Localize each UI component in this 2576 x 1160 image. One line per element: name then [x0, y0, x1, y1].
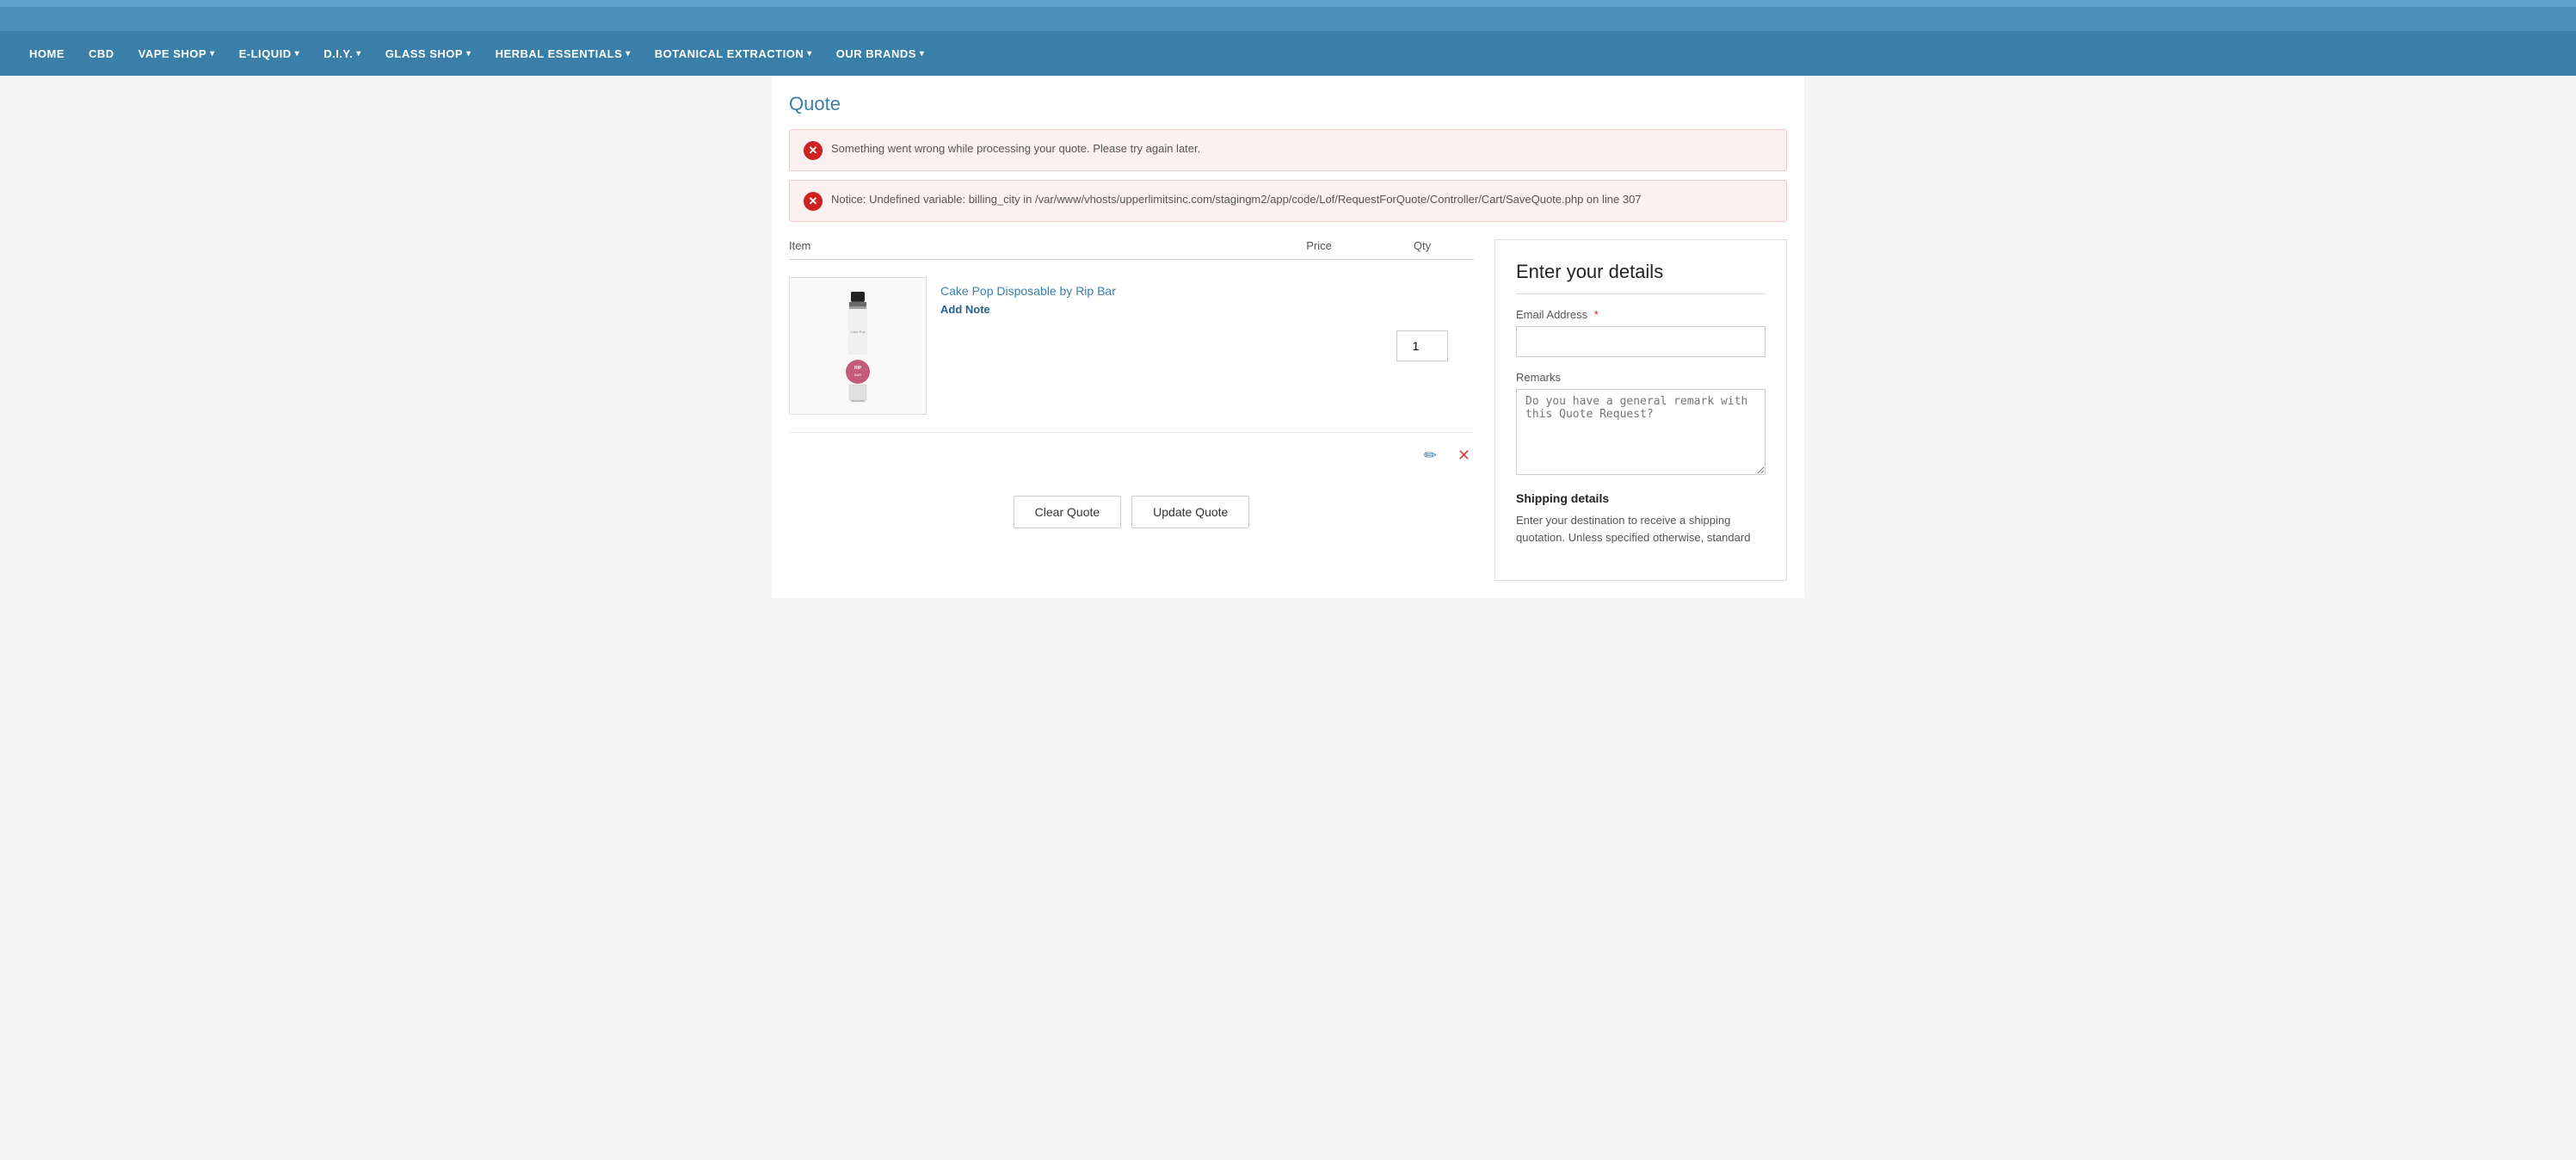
- error-alert-2: ✕ Notice: Undefined variable: billing_ci…: [789, 180, 1787, 222]
- qty-input[interactable]: [1396, 330, 1448, 361]
- required-star: *: [1594, 308, 1599, 321]
- nav-our-brands[interactable]: OUR BRANDS ▾: [824, 47, 937, 60]
- error-text-1: Something went wrong while processing yo…: [831, 140, 1200, 157]
- shipping-desc: Enter your destination to receive a ship…: [1516, 512, 1766, 546]
- shipping-title: Shipping details: [1516, 491, 1766, 505]
- qty-cell: [1371, 330, 1474, 361]
- top-bar: [0, 7, 2576, 31]
- edit-button[interactable]: ✏: [1420, 443, 1440, 468]
- quote-table-section: Item Price Qty: [789, 239, 1474, 581]
- details-title: Enter your details: [1516, 261, 1766, 294]
- chevron-down-icon: ▾: [807, 49, 812, 59]
- chevron-down-icon: ▾: [210, 49, 215, 59]
- error-text-2: Notice: Undefined variable: billing_city…: [831, 191, 1642, 208]
- main-nav: HOME CBD VAPE SHOP ▾ E-LIQUID ▾ D.I.Y. ▾…: [0, 31, 2576, 76]
- col-header-qty: Qty: [1371, 239, 1474, 252]
- email-label: Email Address *: [1516, 308, 1766, 321]
- remove-button[interactable]: ✕: [1454, 443, 1474, 468]
- item-cell: Cake Pop RIP BAR Cake Pop Disposable by …: [789, 277, 1267, 415]
- table-header: Item Price Qty: [789, 239, 1474, 260]
- table-row: Cake Pop RIP BAR Cake Pop Disposable by …: [789, 267, 1474, 425]
- nav-eliquid[interactable]: E-LIQUID ▾: [227, 47, 312, 60]
- error-alert-1: ✕ Something went wrong while processing …: [789, 129, 1787, 171]
- error-icon-1: ✕: [804, 141, 823, 160]
- remarks-form-group: Remarks: [1516, 371, 1766, 478]
- action-icons-row: ✏ ✕: [789, 432, 1474, 478]
- col-header-item: Item: [789, 239, 1267, 252]
- shipping-group: Shipping details Enter your destination …: [1516, 491, 1766, 546]
- chevron-down-icon: ▾: [920, 49, 925, 59]
- product-image-svg: Cake Pop RIP BAR: [832, 290, 884, 402]
- chevron-down-icon: ▾: [356, 49, 361, 59]
- remarks-textarea[interactable]: [1516, 389, 1766, 475]
- top-accent: [0, 0, 2576, 7]
- clear-quote-button[interactable]: Clear Quote: [1014, 496, 1121, 528]
- page-content: Quote ✕ Something went wrong while proce…: [772, 76, 1804, 598]
- product-name-link[interactable]: Cake Pop Disposable by Rip Bar: [940, 284, 1116, 298]
- update-quote-button[interactable]: Update Quote: [1131, 496, 1249, 528]
- details-panel: Enter your details Email Address * Remar…: [1494, 239, 1787, 581]
- chevron-down-icon: ▾: [295, 49, 300, 59]
- main-layout: Item Price Qty: [789, 239, 1787, 581]
- nav-herbal-essentials[interactable]: HERBAL ESSENTIALS ▾: [484, 47, 643, 60]
- col-header-price: Price: [1267, 239, 1371, 252]
- nav-vape-shop[interactable]: VAPE SHOP ▾: [126, 47, 227, 60]
- svg-text:BAR: BAR: [854, 373, 861, 377]
- remarks-label: Remarks: [1516, 371, 1766, 384]
- svg-text:RIP: RIP: [854, 366, 862, 371]
- error-icon-2: ✕: [804, 192, 823, 211]
- email-form-group: Email Address *: [1516, 308, 1766, 357]
- nav-home[interactable]: HOME: [17, 47, 77, 60]
- nav-botanical-extraction[interactable]: BOTANICAL EXTRACTION ▾: [643, 47, 824, 60]
- page-title: Quote: [789, 93, 1787, 115]
- nav-diy[interactable]: D.I.Y. ▾: [311, 47, 373, 60]
- nav-glass-shop[interactable]: GLASS SHOP ▾: [373, 47, 484, 60]
- item-info: Cake Pop Disposable by Rip Bar Add Note: [940, 277, 1116, 316]
- chevron-down-icon: ▾: [466, 49, 471, 59]
- quote-buttons-row: Clear Quote Update Quote: [789, 496, 1474, 528]
- add-note-link[interactable]: Add Note: [940, 303, 1116, 316]
- chevron-down-icon: ▾: [626, 49, 631, 59]
- email-input[interactable]: [1516, 326, 1766, 357]
- nav-cbd[interactable]: CBD: [77, 47, 126, 60]
- product-image: Cake Pop RIP BAR: [789, 277, 927, 415]
- svg-text:Cake Pop: Cake Pop: [850, 330, 866, 334]
